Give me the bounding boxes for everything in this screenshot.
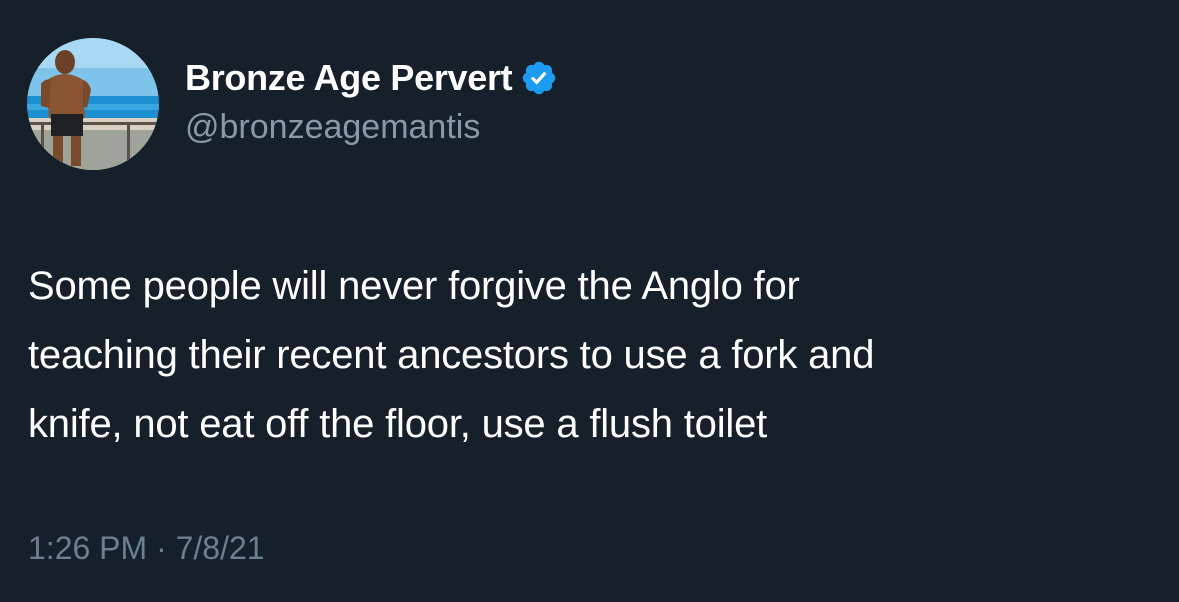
tweet-time[interactable]: 1:26 PM — [28, 530, 147, 566]
tweet-text-line: Some people will never forgive the Anglo… — [28, 264, 800, 308]
timestamp-separator: · — [156, 530, 167, 566]
author-name-row: Bronze Age Pervert — [185, 54, 558, 102]
tweet-timestamp: 1:26 PM · 7/8/21 — [28, 530, 265, 567]
tweet-text-line: teaching their recent ancestors to use a… — [28, 333, 875, 377]
author-handle[interactable]: @bronzeagemantis — [185, 108, 480, 147]
tweet-text: Some people will never forgive the Anglo… — [28, 252, 1158, 459]
profile-photo-icon — [27, 38, 159, 170]
tweet-date[interactable]: 7/8/21 — [176, 530, 265, 566]
verified-badge-icon[interactable] — [520, 59, 558, 97]
avatar[interactable] — [27, 38, 159, 170]
tweet-card: Bronze Age Pervert @bronzeagemantis Some… — [0, 0, 1179, 602]
author-display-name[interactable]: Bronze Age Pervert — [185, 57, 513, 99]
tweet-text-line: knife, not eat off the floor, use a flus… — [28, 402, 768, 446]
